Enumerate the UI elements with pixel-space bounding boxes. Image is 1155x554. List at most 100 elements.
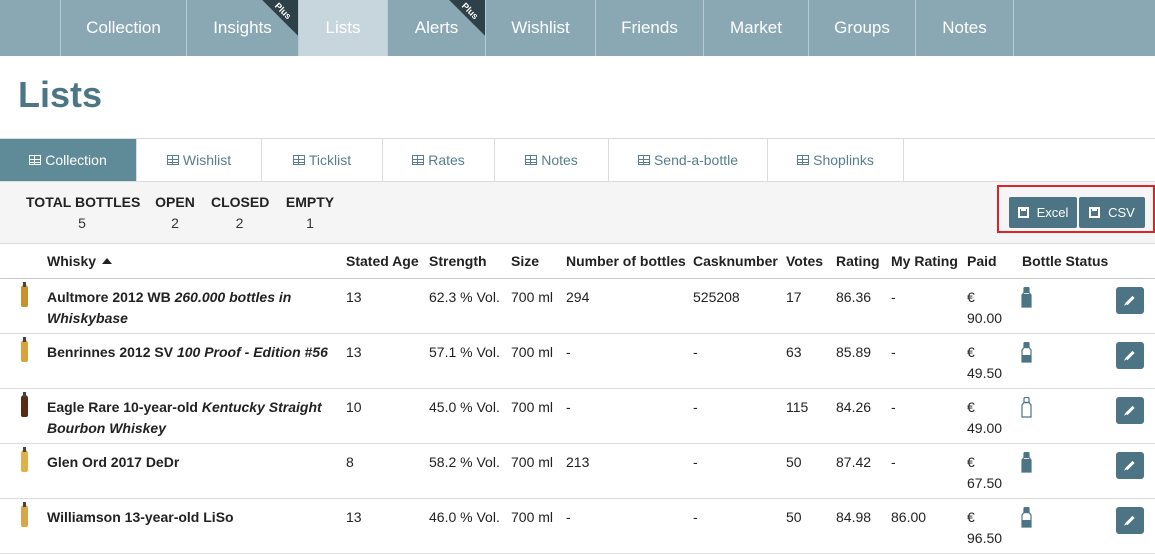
cell-strength: 62.3 % Vol. <box>429 289 500 305</box>
col-strength[interactable]: Strength <box>429 253 487 269</box>
tab-shoplinks[interactable]: Shoplinks <box>768 139 904 181</box>
cell-votes: 63 <box>786 344 802 360</box>
cell-paid: €49.50 <box>967 342 1002 384</box>
tab-collection[interactable]: Collection <box>0 139 137 181</box>
cell-paid: €49.00 <box>967 397 1002 439</box>
table-row[interactable]: Glen Ord 2017 DeDr 8 58.2 % Vol. 700 ml 213 -… <box>0 444 1155 499</box>
cell-my-rating: - <box>891 289 896 305</box>
floppy-disk-icon <box>1017 207 1029 218</box>
nav-tab-wishlist[interactable]: Wishlist <box>486 0 596 56</box>
col-my-rating[interactable]: My Rating <box>891 253 958 269</box>
paid-amount: 96.50 <box>967 530 1003 546</box>
whisky-name-detail: 100 Proof - Edition #56 <box>176 344 328 360</box>
whisky-name[interactable]: Aultmore 2012 WB 260.000 bottles in Whis… <box>47 287 337 329</box>
edit-button[interactable] <box>1116 287 1144 314</box>
cell-paid: €96.50 <box>967 507 1002 549</box>
tab-ticklist[interactable]: Ticklist <box>262 139 383 181</box>
nav-tab-market[interactable]: Market <box>704 0 809 56</box>
pencil-icon <box>1125 515 1135 526</box>
table-row[interactable]: Aultmore 2012 WB 260.000 bottles in Whis… <box>0 279 1155 334</box>
export-buttons-highlight: Excel CSV <box>997 185 1155 233</box>
table-row[interactable]: Eagle Rare 10-year-old Kentucky Straight… <box>0 389 1155 444</box>
nav-tab-lists[interactable]: Lists <box>299 0 388 56</box>
paid-currency: € <box>967 289 975 305</box>
table-icon <box>797 155 810 165</box>
whisky-name[interactable]: Williamson 13-year-old LiSo <box>47 507 337 528</box>
col-number-of-bottles[interactable]: Number of bottles <box>566 253 686 269</box>
edit-button[interactable] <box>1116 507 1144 534</box>
col-casknumber[interactable]: Casknumber <box>693 253 778 269</box>
cell-cask: 525208 <box>693 289 740 305</box>
cell-my-rating: 86.00 <box>891 509 927 525</box>
cell-my-rating: - <box>891 399 896 415</box>
cell-age: 8 <box>346 454 354 470</box>
cell-rating: 87.42 <box>836 454 872 470</box>
cell-bottles: - <box>566 509 571 525</box>
cell-votes: 50 <box>786 454 802 470</box>
whisky-name-main: Williamson 13-year-old LiSo <box>47 509 234 525</box>
collection-summary: TOTAL BOTTLES 5 OPEN 2 CLOSED 2 EMPTY 1 <box>0 182 1155 244</box>
nav-tab-friends[interactable]: Friends <box>596 0 704 56</box>
cell-bottles: 294 <box>566 289 590 305</box>
paid-amount: 90.00 <box>967 310 1003 326</box>
top-navigation: Collection Insights Plus Lists Alerts Plus… <box>0 0 1155 56</box>
bottle-thumbnail[interactable] <box>21 337 28 362</box>
col-whisky[interactable]: Whisky <box>47 253 113 269</box>
tab-wishlist[interactable]: Wishlist <box>137 139 262 181</box>
cell-size: 700 ml <box>511 289 554 305</box>
cell-cask: - <box>693 344 698 360</box>
bottle-status-open-icon[interactable] <box>1020 341 1033 363</box>
export-csv-button[interactable]: CSV <box>1079 197 1145 228</box>
pencil-icon <box>1125 460 1135 471</box>
whisky-name[interactable]: Eagle Rare 10-year-old Kentucky Straight… <box>47 397 337 439</box>
edit-button[interactable] <box>1116 342 1144 369</box>
cell-votes: 17 <box>786 289 802 305</box>
bottle-thumbnail[interactable] <box>21 392 28 417</box>
nav-tab-insights[interactable]: Insights Plus <box>187 0 299 56</box>
cell-cask: - <box>693 454 698 470</box>
col-size[interactable]: Size <box>511 253 539 269</box>
whisky-name[interactable]: Benrinnes 2012 SV 100 Proof - Edition #5… <box>47 342 337 363</box>
pencil-icon <box>1125 295 1135 306</box>
page-title: Lists <box>18 74 103 115</box>
cell-size: 700 ml <box>511 399 554 415</box>
whisky-name[interactable]: Glen Ord 2017 DeDr <box>47 452 337 473</box>
cell-rating: 86.36 <box>836 289 872 305</box>
nav-tab-notes[interactable]: Notes <box>916 0 1014 56</box>
table-row[interactable]: Williamson 13-year-old LiSo 13 46.0 % Vol.… <box>0 499 1155 554</box>
cell-size: 700 ml <box>511 509 554 525</box>
cell-my-rating: - <box>891 454 896 470</box>
cell-paid: €67.50 <box>967 452 1002 494</box>
col-votes[interactable]: Votes <box>786 253 823 269</box>
nav-tab-alerts[interactable]: Alerts Plus <box>388 0 486 56</box>
nav-tab-groups[interactable]: Groups <box>809 0 916 56</box>
tab-notes[interactable]: Notes <box>495 139 609 181</box>
bottle-thumbnail[interactable] <box>21 282 28 307</box>
paid-currency: € <box>967 509 975 525</box>
bottle-thumbnail[interactable] <box>21 447 28 472</box>
col-paid[interactable]: Paid <box>967 253 997 269</box>
pencil-icon <box>1125 405 1135 416</box>
tab-send-a-bottle[interactable]: Send-a-bottle <box>609 139 768 181</box>
export-excel-button[interactable]: Excel <box>1009 197 1077 228</box>
floppy-disk-icon <box>1089 207 1101 218</box>
edit-button[interactable] <box>1116 397 1144 424</box>
bottle-status-open-icon[interactable] <box>1020 506 1033 528</box>
bottle-status-full-icon[interactable] <box>1020 451 1033 473</box>
col-bottle-status[interactable]: Bottle Status <box>1022 253 1108 269</box>
bottle-status-full-icon[interactable] <box>1020 286 1033 308</box>
col-stated-age[interactable]: Stated Age <box>346 253 419 269</box>
cell-cask: - <box>693 509 698 525</box>
cell-size: 700 ml <box>511 344 554 360</box>
tab-rates[interactable]: Rates <box>383 139 495 181</box>
edit-button[interactable] <box>1116 452 1144 479</box>
col-rating[interactable]: Rating <box>836 253 880 269</box>
nav-tab-collection[interactable]: Collection <box>61 0 187 56</box>
table-icon <box>412 155 425 165</box>
table-row[interactable]: Benrinnes 2012 SV 100 Proof - Edition #5… <box>0 334 1155 389</box>
cell-strength: 45.0 % Vol. <box>429 399 500 415</box>
bottle-thumbnail[interactable] <box>21 502 28 527</box>
whisky-name-main: Benrinnes 2012 SV <box>47 344 174 360</box>
list-tabs: Collection Wishlist Ticklist Rates Notes… <box>0 138 1155 182</box>
bottle-status-empty-icon[interactable] <box>1020 396 1033 418</box>
